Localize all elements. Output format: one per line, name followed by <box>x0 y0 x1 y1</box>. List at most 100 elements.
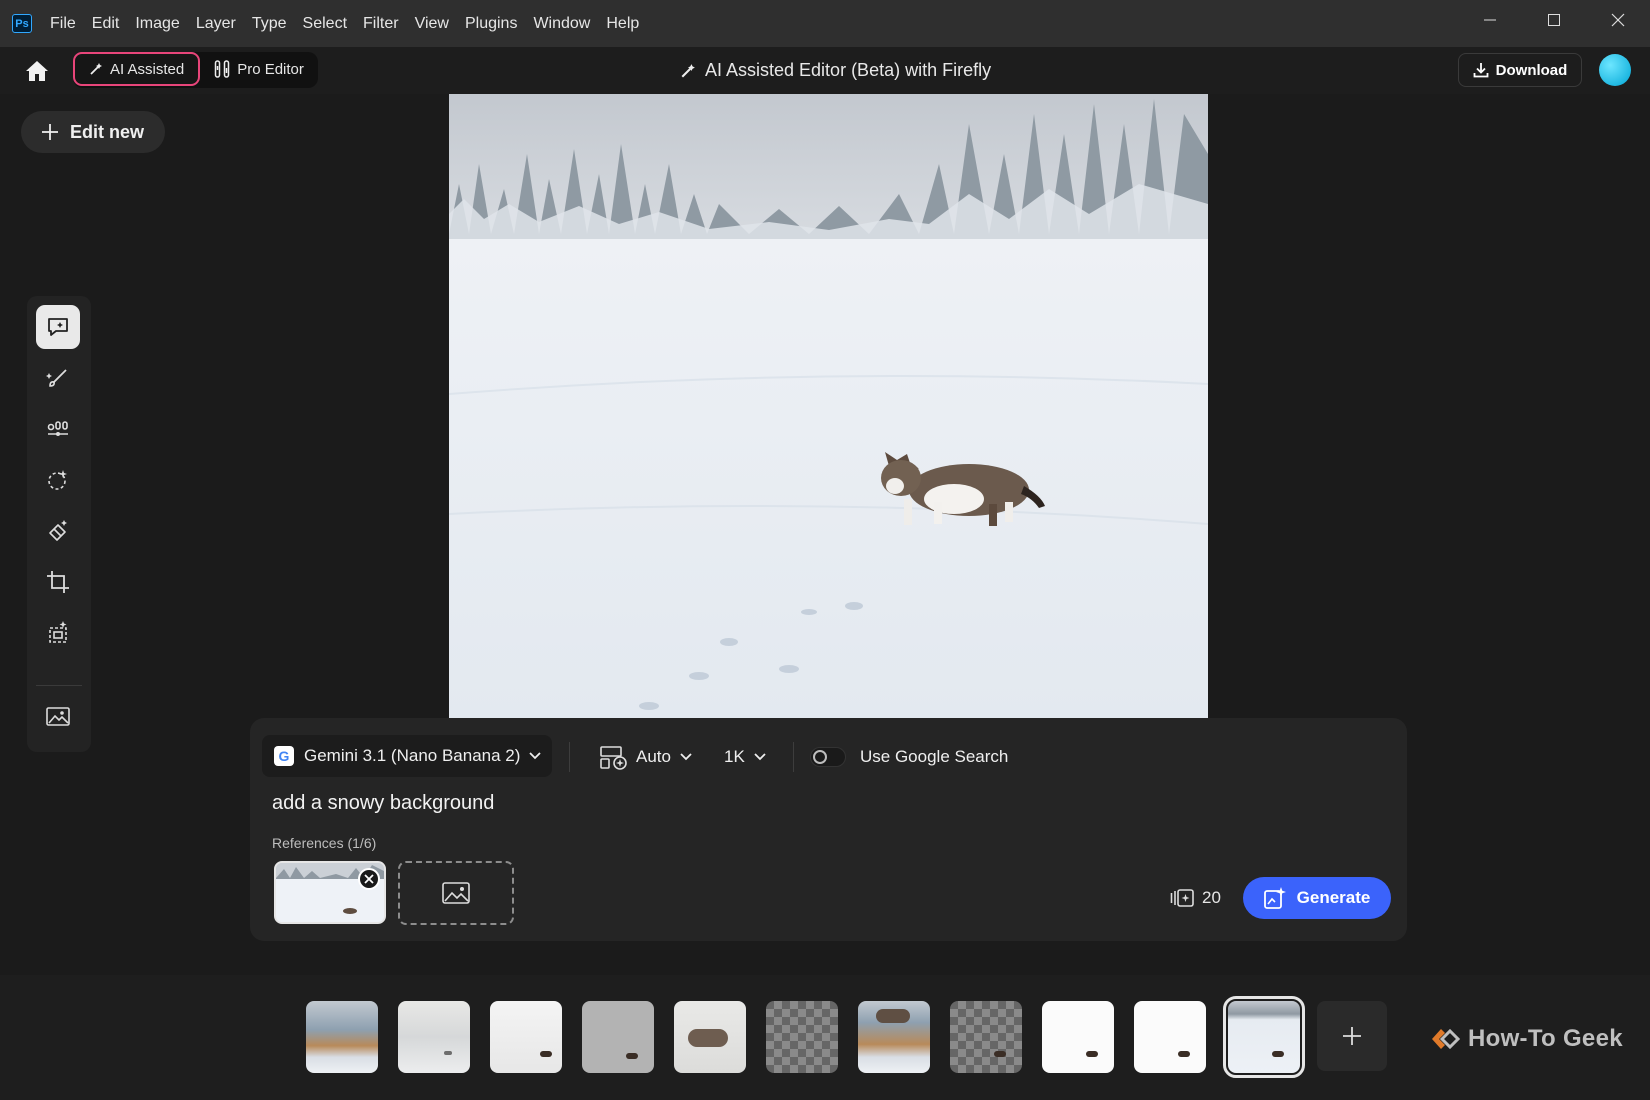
tool-crop[interactable] <box>36 560 80 604</box>
generate-button[interactable]: Generate <box>1243 877 1391 919</box>
adjustments-icon <box>47 421 68 436</box>
minimize-button[interactable] <box>1458 0 1522 40</box>
menu-edit[interactable]: Edit <box>92 15 120 33</box>
chevron-down-icon <box>680 753 692 761</box>
generate-icon <box>1263 887 1286 909</box>
history-thumbnail-7[interactable] <box>858 1001 930 1073</box>
download-label: Download <box>1495 61 1568 79</box>
maximize-button[interactable] <box>1522 0 1586 40</box>
credits-icon <box>1170 889 1194 907</box>
aspect-ratio-icon <box>600 746 627 770</box>
history-thumbnail-2[interactable] <box>398 1001 470 1073</box>
history-thumbnail-5[interactable] <box>674 1001 746 1073</box>
add-variation-button[interactable] <box>1317 1001 1387 1071</box>
home-icon <box>26 61 48 81</box>
google-search-toggle[interactable] <box>810 747 846 767</box>
resolution-select-value: 1K <box>724 747 745 766</box>
history-thumbnail-9[interactable] <box>1042 1001 1114 1073</box>
history-thumbnail-4[interactable] <box>582 1001 654 1073</box>
menu-window[interactable]: Window <box>533 15 590 33</box>
sparkle-wand-icon <box>90 63 102 75</box>
menu-image[interactable]: Image <box>135 15 179 33</box>
history-thumbnail-11[interactable] <box>1223 996 1305 1078</box>
menu-file[interactable]: File <box>50 15 76 33</box>
thumbnail-cat <box>540 1051 552 1057</box>
thumbnail-cat <box>444 1051 452 1055</box>
thumbnail-cat <box>994 1051 1006 1057</box>
generate-label: Generate <box>1296 888 1371 907</box>
mode-switch: AI Assisted Pro Editor <box>73 52 318 88</box>
prompt-panel: G Gemini 3.1 (Nano Banana 2) Auto 1K Use… <box>250 718 1407 941</box>
edit-new-label: Edit new <box>70 121 145 142</box>
filmstrip: How-To Geek <box>0 975 1650 1100</box>
google-logo: G <box>274 746 294 766</box>
menu-items: File Edit Image Layer Type Select Filter… <box>50 15 655 33</box>
chevron-down-icon <box>754 753 766 761</box>
tool-chat-edit[interactable] <box>36 305 80 349</box>
menu-help[interactable]: Help <box>606 15 639 33</box>
credits-value: 20 <box>1202 888 1221 907</box>
top-toolbar: AI Assisted Pro Editor AI Assisted Edito… <box>0 47 1650 94</box>
sliders-icon <box>214 60 230 78</box>
tool-eraser[interactable] <box>36 509 80 553</box>
menu-type[interactable]: Type <box>252 15 287 33</box>
plus-icon <box>1343 1027 1361 1045</box>
prompt-input[interactable]: add a snowy background <box>272 792 494 815</box>
tool-rail-divider <box>36 685 82 686</box>
document-title-text: AI Assisted Editor (Beta) with Firefly <box>705 60 992 80</box>
menu-select[interactable]: Select <box>303 15 347 33</box>
tool-expand[interactable] <box>36 611 80 655</box>
ai-assisted-label: AI Assisted <box>110 60 185 78</box>
history-thumbnail-1[interactable] <box>306 1001 378 1073</box>
brush-icon <box>46 369 67 387</box>
ai-assisted-tab[interactable]: AI Assisted <box>73 52 201 86</box>
pro-editor-tab[interactable]: Pro Editor <box>200 52 318 86</box>
chevron-down-icon <box>529 752 542 760</box>
menu-filter[interactable]: Filter <box>363 15 399 33</box>
menu-plugins[interactable]: Plugins <box>465 15 517 33</box>
menu-view[interactable]: View <box>415 15 449 33</box>
thumbnail-cat <box>1272 1051 1284 1057</box>
remove-reference-button[interactable] <box>358 868 380 890</box>
pro-editor-label: Pro Editor <box>237 60 304 78</box>
image-icon <box>442 882 470 904</box>
menu-bar: Ps File Edit Image Layer Type Select Fil… <box>0 0 1650 47</box>
photoshop-logo: Ps <box>12 14 32 33</box>
avatar[interactable] <box>1599 54 1631 86</box>
tool-adjustments[interactable] <box>36 407 80 451</box>
history-thumbnail-6[interactable] <box>766 1001 838 1073</box>
aspect-select[interactable]: Auto <box>600 742 701 772</box>
tool-rail <box>27 296 91 752</box>
tool-image[interactable] <box>36 694 80 738</box>
close-window-button[interactable] <box>1586 0 1650 40</box>
history-thumbnail-8[interactable] <box>950 1001 1022 1073</box>
history-thumbnail-10[interactable] <box>1134 1001 1206 1073</box>
close-icon <box>1611 13 1625 27</box>
canvas-image[interactable] <box>449 94 1208 718</box>
resolution-select[interactable]: 1K <box>724 742 767 772</box>
download-button[interactable]: Download <box>1458 53 1582 87</box>
minimize-icon <box>1484 19 1496 21</box>
expand-icon <box>49 621 67 643</box>
close-icon <box>364 874 374 884</box>
google-search-label: Use Google Search <box>860 747 1009 766</box>
aspect-select-value: Auto <box>636 747 671 766</box>
plus-icon <box>42 124 58 140</box>
divider <box>569 742 570 772</box>
google-search-toggle-wrap: Use Google Search <box>810 742 1008 772</box>
eraser-icon <box>49 520 67 541</box>
tool-brush[interactable] <box>36 356 80 400</box>
menu-layer[interactable]: Layer <box>196 15 236 33</box>
history-thumbnail-3[interactable] <box>490 1001 562 1073</box>
tool-magic-select[interactable] <box>36 458 80 502</box>
document-title: AI Assisted Editor (Beta) with Firefly <box>680 60 991 81</box>
divider <box>793 742 794 772</box>
snow-scene-image <box>449 94 1208 718</box>
sparkle-wand-icon <box>681 63 695 77</box>
thumbnail-cat <box>626 1053 638 1059</box>
home-button[interactable] <box>24 59 50 83</box>
model-select[interactable]: G Gemini 3.1 (Nano Banana 2) <box>262 735 552 777</box>
image-icon <box>46 707 70 726</box>
add-reference-button[interactable] <box>398 861 514 925</box>
edit-new-button[interactable]: Edit new <box>21 111 165 153</box>
